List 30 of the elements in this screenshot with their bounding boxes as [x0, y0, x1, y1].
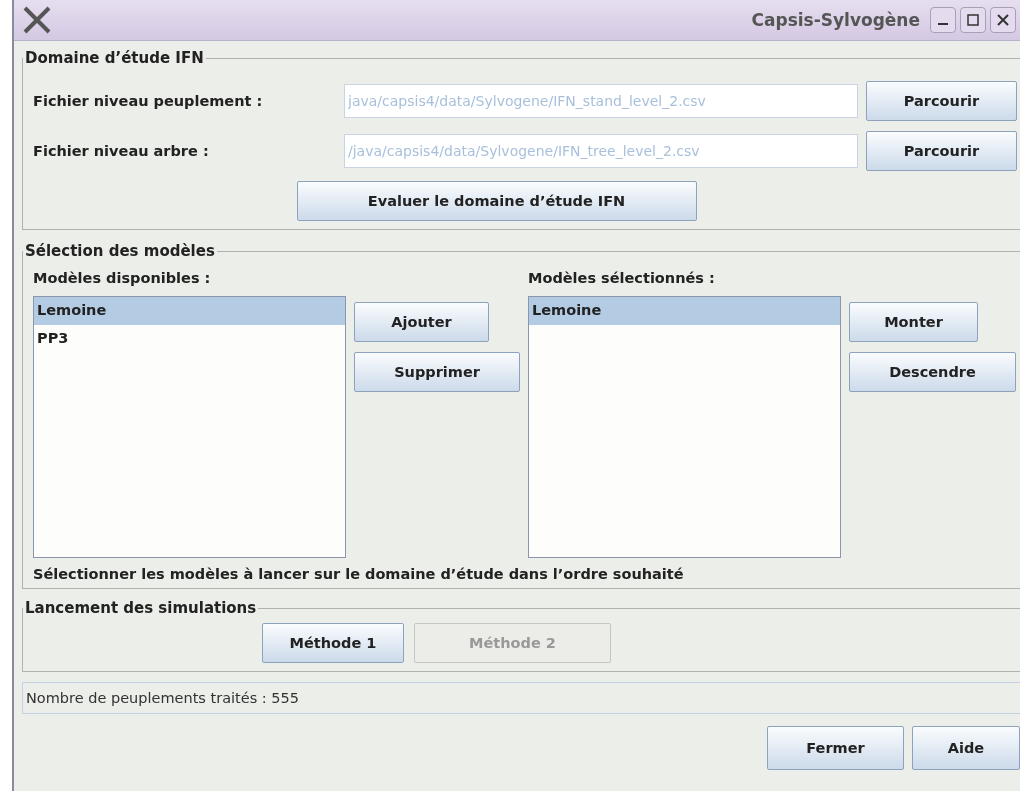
- group-title: Lancement des simulations: [24, 599, 258, 617]
- move-down-button[interactable]: Descendre: [849, 352, 1016, 392]
- instruction-text: Sélectionner les modèles à lancer sur le domaine d’étude dans l’ordre souhaité: [33, 566, 685, 582]
- list-item[interactable]: PP3: [34, 325, 345, 353]
- maximize-icon: [967, 14, 979, 26]
- minimize-icon: [938, 23, 948, 25]
- minimize-button[interactable]: [930, 7, 956, 33]
- remove-button[interactable]: Supprimer: [354, 352, 520, 392]
- field-label: Fichier niveau peuplement :: [33, 93, 264, 109]
- field-label: Fichier niveau arbre :: [33, 143, 210, 159]
- list-item[interactable]: Lemoine: [34, 297, 345, 325]
- model-list[interactable]: Lemoine: [528, 296, 841, 558]
- add-button[interactable]: Ajouter: [354, 302, 489, 342]
- group-title: Sélection des modèles: [24, 242, 216, 260]
- status-bar: Nombre de peuplements traités : 555: [22, 682, 1020, 714]
- help-button[interactable]: Aide: [912, 726, 1020, 770]
- list-label: Modèles sélectionnés :: [528, 270, 716, 286]
- group-title: Domaine d’étude IFN: [24, 49, 205, 67]
- list-item[interactable]: Lemoine: [529, 297, 840, 325]
- app-logo-icon: [22, 6, 52, 34]
- close-button[interactable]: [990, 7, 1016, 33]
- method-button[interactable]: Méthode 1: [262, 623, 404, 663]
- evaluate-button[interactable]: Evaluer le domaine d’étude IFN: [296, 181, 697, 221]
- list-label: Modèles disponibles :: [33, 270, 212, 286]
- close-icon: [997, 14, 1009, 26]
- model-list[interactable]: Lemoine PP3: [33, 296, 346, 558]
- window-title: Capsis-Sylvogène: [751, 10, 920, 30]
- move-up-button[interactable]: Monter: [849, 302, 978, 342]
- maximize-button[interactable]: [960, 7, 986, 33]
- close-dialog-button[interactable]: Fermer: [767, 726, 904, 770]
